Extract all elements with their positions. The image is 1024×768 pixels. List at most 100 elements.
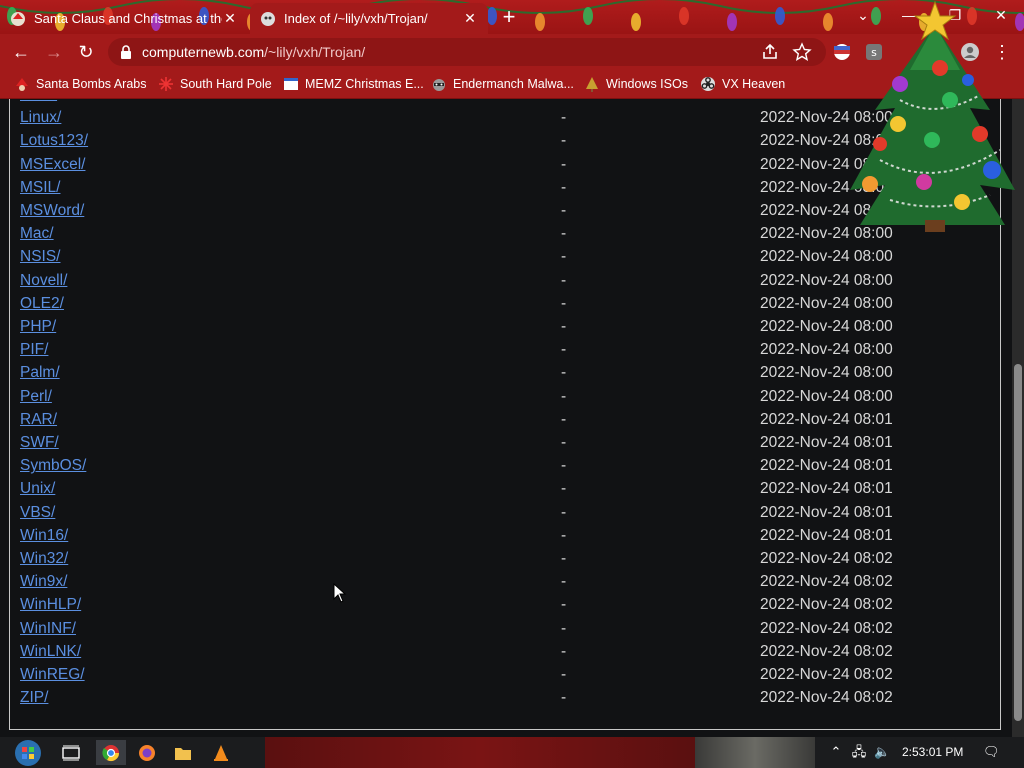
taskbar-wallpaper-segment: [695, 737, 815, 768]
size-cell: -: [561, 99, 566, 104]
table-row: WinINF/ - 2022-Nov-24 08:02: [20, 620, 990, 643]
directory-link[interactable]: Win16/: [20, 527, 68, 545]
notifications-icon[interactable]: 🗨: [983, 744, 1000, 760]
size-cell: -: [561, 202, 567, 219]
santa-favicon-icon: [11, 11, 25, 26]
tab-close-icon[interactable]: ✕: [222, 10, 238, 27]
forward-arrow-icon[interactable]: →: [42, 40, 66, 64]
directory-link[interactable]: Unix/: [20, 480, 55, 498]
directory-link[interactable]: Linux/: [20, 109, 61, 127]
lock-icon: [121, 45, 131, 59]
modified-date-cell: 2022-Nov-24 08:01: [760, 434, 893, 451]
show-hidden-icons-chevron-icon[interactable]: ⌃: [828, 744, 844, 760]
table-row: RAR/ - 2022-Nov-24 08:01: [20, 411, 990, 434]
table-row: OLE2/ - 2022-Nov-24 08:00: [20, 295, 990, 318]
snowflake-icon: [159, 77, 173, 91]
tab-index-trojan[interactable]: Index of /~lily/vxh/Trojan/ ✕: [250, 3, 488, 34]
directory-link[interactable]: WinREG/: [20, 666, 85, 684]
url-path: /~lily/vxh/Trojan/: [264, 44, 366, 60]
table-row: Win32/ - 2022-Nov-24 08:02: [20, 550, 990, 573]
directory-link[interactable]: SymbOS/: [20, 457, 86, 475]
chrome-icon[interactable]: [96, 740, 126, 765]
back-arrow-icon[interactable]: ←: [9, 40, 33, 64]
table-row: PHP/ - 2022-Nov-24 08:00: [20, 318, 990, 341]
vlc-icon[interactable]: [206, 740, 236, 765]
directory-link[interactable]: Palm/: [20, 364, 60, 382]
modified-date-cell: 2022-Nov-24 08:00: [760, 364, 893, 382]
new-tab-button[interactable]: +: [497, 6, 521, 28]
bookmark-memz-christmas[interactable]: MEMZ Christmas E...: [283, 75, 424, 93]
table-row: WinREG/ - 2022-Nov-24 08:02: [20, 666, 990, 689]
directory-link[interactable]: Win32/: [20, 550, 68, 568]
directory-link[interactable]: Java/: [20, 99, 57, 104]
directory-link[interactable]: NSIS/: [20, 248, 60, 266]
reload-icon[interactable]: ↻: [74, 40, 98, 64]
bookmark-vx-heaven[interactable]: VX Heaven: [700, 75, 785, 93]
light-bulb: [775, 7, 785, 25]
size-cell: -: [561, 457, 567, 475]
modified-date-cell: 2022-Nov-24 08:00: [760, 248, 893, 266]
size-cell: -: [561, 596, 567, 614]
size-cell: -: [561, 550, 567, 567]
bookmark-windows-isos[interactable]: Windows ISOs: [584, 75, 688, 93]
directory-link[interactable]: RAR/: [20, 411, 57, 429]
directory-link[interactable]: Lotus123/: [20, 132, 88, 150]
taskbar-clock[interactable]: 2:53:01 PM: [902, 745, 963, 759]
directory-link[interactable]: PIF/: [20, 341, 48, 359]
directory-link[interactable]: Novell/: [20, 272, 67, 290]
bookmark-label: Santa Bombs Arabs: [36, 77, 147, 91]
table-row: WinLNK/ - 2022-Nov-24 08:02: [20, 643, 990, 666]
table-row: ZIP/ - 2022-Nov-24 08:02: [20, 689, 990, 712]
tab-santa-claus[interactable]: Santa Claus and Christmas at the ✕: [0, 3, 248, 34]
task-view-icon[interactable]: [56, 740, 86, 765]
table-row: Win9x/ - 2022-Nov-24 08:02: [20, 573, 990, 596]
bookmark-label: South Hard Pole: [180, 77, 272, 91]
size-cell: -: [561, 178, 567, 196]
directory-link[interactable]: WinLNK/: [20, 643, 81, 661]
directory-link[interactable]: VBS/: [20, 504, 55, 522]
bookmark-santa-bombs-arabs[interactable]: Santa Bombs Arabs: [14, 75, 146, 93]
directory-link[interactable]: WinHLP/: [20, 596, 81, 614]
light-bulb: [823, 13, 833, 31]
light-bulb: [487, 7, 497, 25]
table-row: WinHLP/ - 2022-Nov-24 08:02: [20, 596, 990, 619]
directory-link[interactable]: Perl/: [20, 388, 52, 406]
size-cell: -: [561, 480, 567, 498]
start-orb-icon[interactable]: [10, 739, 46, 766]
scrollbar-thumb[interactable]: [1014, 364, 1022, 721]
url-text: computernewb.com/~lily/vxh/Trojan/: [142, 44, 365, 60]
share-icon[interactable]: [760, 42, 780, 62]
modified-date-cell: 2022-Nov-24 08:01: [760, 503, 893, 521]
network-icon[interactable]: 🖧: [851, 744, 867, 760]
modified-date-cell: 2022-Nov-24 08:01: [760, 526, 893, 544]
directory-link[interactable]: MSWord/: [20, 202, 84, 220]
bookmark-label: VX Heaven: [722, 77, 786, 91]
santa-icon: [16, 78, 28, 91]
volume-icon[interactable]: 🔈: [874, 744, 890, 760]
bookmark-star-icon[interactable]: [792, 42, 812, 62]
windows-taskbar: ⌃ 🖧 🔈 2:53:01 PM 🗨: [0, 737, 1024, 768]
table-row: SWF/ - 2022-Nov-24 08:01: [20, 434, 990, 457]
directory-link[interactable]: WinINF/: [20, 620, 76, 638]
directory-link[interactable]: MSIL/: [20, 179, 60, 197]
file-explorer-icon[interactable]: [168, 740, 198, 765]
size-cell: -: [561, 341, 567, 359]
directory-link[interactable]: PHP/: [20, 318, 56, 336]
light-bulb: [535, 13, 545, 31]
address-bar[interactable]: computernewb.com/~lily/vxh/Trojan/: [108, 38, 826, 66]
bookmark-south-hard-pole[interactable]: South Hard Pole: [158, 75, 272, 93]
size-cell: -: [561, 619, 567, 637]
directory-link[interactable]: ZIP/: [20, 689, 48, 707]
size-cell: -: [561, 642, 567, 660]
directory-link[interactable]: MSExcel/: [20, 156, 85, 174]
firefox-icon[interactable]: [132, 740, 162, 765]
directory-link[interactable]: Win9x/: [20, 573, 67, 591]
directory-link[interactable]: Mac/: [20, 225, 54, 243]
bookmark-endermanch-malware[interactable]: Endermanch Malwa...: [431, 75, 574, 93]
christmas-tree-decoration: [850, 0, 1015, 232]
directory-link[interactable]: OLE2/: [20, 295, 64, 313]
tab-close-icon[interactable]: ✕: [462, 10, 478, 27]
directory-link[interactable]: SWF/: [20, 434, 59, 452]
bookmark-label: Windows ISOs: [606, 77, 688, 91]
table-row: Win16/ - 2022-Nov-24 08:01: [20, 527, 990, 550]
